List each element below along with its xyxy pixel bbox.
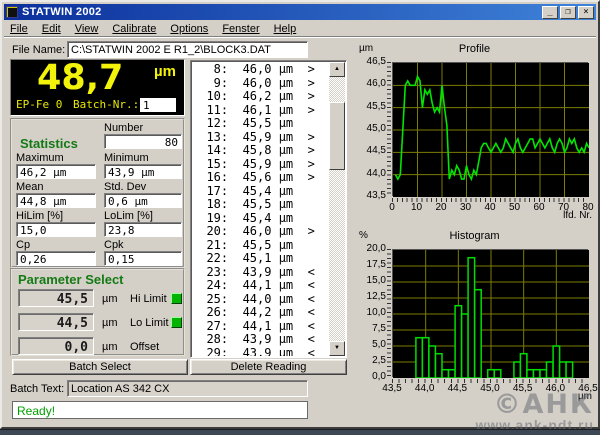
histogram-xtick-0: 43,5 (375, 383, 409, 394)
statistics-title: Statistics (20, 136, 78, 151)
histogram-xtick-4: 45,5 (506, 383, 540, 394)
current-reading-value: 48,7 (37, 58, 123, 98)
screen-edge (0, 429, 600, 435)
close-button[interactable]: × (578, 6, 594, 19)
histogram-xtick-1: 44,0 (408, 383, 442, 394)
histogram-chart-panel: % Histogram µm 20,017,515,012,510,07,55,… (352, 227, 597, 407)
menu-options[interactable]: Options (170, 23, 208, 35)
profile-ytick-6: 43,5 (356, 190, 386, 201)
lo-limit-input[interactable]: 44,5 (18, 313, 94, 331)
cpk-label: Cpk (104, 239, 124, 251)
status-message: Ready! (12, 401, 308, 419)
histogram-title: Histogram (352, 230, 597, 242)
minimize-button[interactable]: _ (542, 6, 558, 19)
profile-ytick-1: 46,0 (356, 78, 386, 89)
cp-label: Cp (16, 239, 30, 251)
batch-number-label: Batch-Nr.: (73, 98, 139, 111)
scroll-up-button[interactable]: ▲ (329, 62, 345, 77)
histogram-xtick-6: 46,5 (571, 383, 600, 394)
histogram-xtick-5: 46,0 (538, 383, 572, 394)
histogram-ytick-5: 7,5 (356, 323, 386, 334)
histogram-plot (392, 249, 588, 377)
number-label: Number (104, 122, 143, 134)
probe-label: EP-Fe 0 (16, 98, 62, 111)
parameter-select-group: Parameter Select 45,5 µm Hi Limit 44,5 µ… (10, 268, 185, 356)
measurement-display: 48,7 µm EP-Fe 0 Batch-Nr.: (10, 59, 185, 116)
file-name-label: File Name: (12, 44, 65, 56)
cp-value: 0,26 (16, 251, 96, 266)
hilim-label: HiLim [%] (16, 210, 63, 222)
app-window: STATWIN 2002 _ ❐ × File Edit View Calibr… (0, 0, 600, 429)
hi-limit-input[interactable]: 45,5 (18, 289, 94, 307)
batch-select-button[interactable]: Batch Select (12, 359, 188, 375)
profile-xtick-8: 80 (571, 202, 600, 213)
batch-number-input[interactable] (140, 98, 176, 112)
histogram-xtick-3: 45,0 (473, 383, 507, 394)
histogram-ytick-1: 17,5 (356, 259, 386, 270)
menu-edit[interactable]: Edit (42, 23, 61, 35)
title-bar[interactable]: STATWIN 2002 _ ❐ × (4, 4, 596, 20)
readings-list[interactable]: 8: 46,0 µm > 9: 46,0 µm > 10: 46,2 µm > … (190, 60, 347, 358)
histogram-ytick-6: 5,0 (356, 339, 386, 350)
menu-calibrate[interactable]: Calibrate (112, 23, 156, 35)
menu-help[interactable]: Help (274, 23, 297, 35)
lolim-value: 23,8 (104, 222, 182, 237)
number-value: 80 (104, 134, 182, 149)
profile-ytick-0: 46,5 (356, 56, 386, 67)
profile-ytick-5: 44,0 (356, 168, 386, 179)
readings-rows[interactable]: 8: 46,0 µm > 9: 46,0 µm > 10: 46,2 µm > … (192, 62, 329, 356)
menu-fenster[interactable]: Fenster (222, 23, 259, 35)
hi-limit-unit: µm (102, 293, 118, 305)
scroll-down-button[interactable]: ▼ (329, 341, 345, 356)
menu-file[interactable]: File (10, 23, 28, 35)
window-title: STATWIN 2002 (22, 6, 102, 18)
profile-ytick-2: 45,5 (356, 101, 386, 112)
menu-view[interactable]: View (75, 23, 99, 35)
histogram-ytick-0: 20,0 (356, 243, 386, 254)
batch-text-label: Batch Text: (10, 383, 64, 395)
offset-label: Offset (130, 341, 159, 353)
offset-input[interactable]: 0,0 (18, 337, 94, 355)
profile-ytick-4: 44,5 (356, 145, 386, 156)
hi-limit-led[interactable] (171, 293, 182, 304)
lolim-label: LoLim [%] (104, 210, 153, 222)
readings-scrollbar[interactable]: ▲ ▼ (329, 62, 345, 356)
parameter-select-title: Parameter Select (18, 272, 124, 287)
hi-limit-label: Hi Limit (130, 293, 167, 305)
histogram-ytick-7: 2,5 (356, 355, 386, 366)
histogram-xtick-2: 44,5 (440, 383, 474, 394)
offset-unit: µm (102, 341, 118, 353)
scrollbar-thumb[interactable] (329, 102, 345, 170)
lo-limit-led[interactable] (171, 317, 182, 328)
histogram-ytick-3: 12,5 (356, 291, 386, 302)
hilim-value: 15,0 (16, 222, 96, 237)
histogram-ytick-4: 10,0 (356, 307, 386, 318)
maximize-button[interactable]: ❐ (560, 6, 576, 19)
app-icon (6, 6, 18, 18)
delete-reading-button[interactable]: Delete Reading (190, 359, 347, 375)
profile-chart-panel: µm Profile lfd. Nr. 46,546,045,545,044,5… (352, 40, 597, 224)
lo-limit-label: Lo Limit (130, 317, 169, 329)
lo-limit-unit: µm (102, 317, 118, 329)
maximum-label: Maximum (16, 152, 64, 164)
mean-label: Mean (16, 181, 44, 193)
file-name-input[interactable] (67, 41, 308, 58)
stddev-value: 0,6 µm (104, 193, 182, 208)
batch-text-input[interactable] (67, 380, 308, 397)
current-reading-unit: µm (154, 63, 176, 80)
statistics-group: Statistics Number 80 Maximum 46,2 µm Min… (10, 118, 185, 268)
profile-title: Profile (352, 43, 597, 55)
histogram-ytick-2: 15,0 (356, 275, 386, 286)
minimum-value: 43,9 µm (104, 164, 182, 179)
minimum-label: Minimum (104, 152, 149, 164)
stddev-label: Std. Dev (104, 181, 146, 193)
profile-plot (392, 62, 588, 196)
histogram-ytick-8: 0,0 (356, 371, 386, 382)
maximum-value: 46,2 µm (16, 164, 96, 179)
profile-ytick-3: 45,0 (356, 123, 386, 134)
menu-bar: File Edit View Calibrate Options Fenster… (4, 21, 596, 37)
mean-value: 44,8 µm (16, 193, 96, 208)
cpk-value: 0,15 (104, 251, 182, 266)
